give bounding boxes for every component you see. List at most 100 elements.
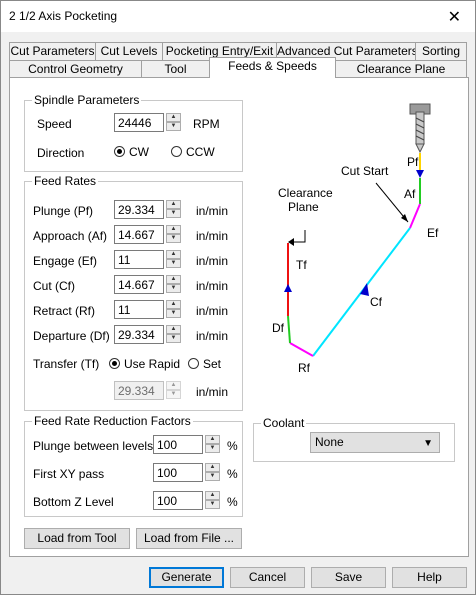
- departure-label: Departure (Df): [33, 329, 110, 343]
- speed-stepper[interactable]: ▲ ▼: [166, 113, 181, 132]
- tf-label: Tf: [296, 258, 307, 272]
- load-from-file-button[interactable]: Load from File ...: [136, 528, 242, 549]
- first-xy-pass-input[interactable]: 100: [153, 463, 203, 482]
- engage-segment: [409, 203, 421, 229]
- tool-drill-icon: [409, 103, 431, 154]
- cf-label: Cf: [370, 295, 383, 309]
- bottom-z-level-label: Bottom Z Level: [33, 495, 114, 509]
- plunge-between-levels-input[interactable]: 100: [153, 435, 203, 454]
- retract-label: Retract (Rf): [33, 304, 96, 318]
- ef-label: Ef: [427, 226, 439, 240]
- bottom-z-level-stepper[interactable]: ▲ ▼: [205, 491, 220, 510]
- set-radio[interactable]: [188, 358, 199, 369]
- engage-label: Engage (Ef): [33, 254, 98, 268]
- tab-clearance-plane[interactable]: Clearance Plane: [335, 60, 467, 78]
- direction-label: Direction: [37, 146, 85, 160]
- retract-input[interactable]: 11: [114, 300, 164, 319]
- plunge-between-levels-stepper[interactable]: ▲ ▼: [205, 435, 220, 454]
- chevron-down-icon: ▼: [423, 438, 433, 449]
- approach-stepper[interactable]: ▲ ▼: [166, 225, 181, 244]
- bottom-z-level-input[interactable]: 100: [153, 491, 203, 510]
- save-button[interactable]: Save: [311, 567, 386, 588]
- plunge-stepper[interactable]: ▲ ▼: [166, 200, 181, 219]
- cancel-button[interactable]: Cancel: [230, 567, 305, 588]
- departure-unit: in/min: [196, 329, 229, 343]
- cut-input[interactable]: 14.667: [114, 275, 164, 294]
- tab-cut-levels[interactable]: Cut Levels: [95, 42, 163, 60]
- tab-sorting[interactable]: Sorting: [415, 42, 467, 60]
- departure-stepper[interactable]: ▲ ▼: [166, 325, 181, 344]
- plunge-between-levels-unit: %: [227, 439, 238, 453]
- reduction-factors-group: Feed Rate Reduction Factors Plunge betwe…: [24, 414, 243, 517]
- feeds-diagram: Cut Start Clearance Plane Pf Af Ef Cf Rf…: [272, 103, 439, 375]
- plunge-unit: in/min: [196, 204, 229, 218]
- transfer-label: Transfer (Tf): [33, 357, 100, 371]
- first-xy-pass-unit: %: [227, 467, 238, 481]
- departure-input[interactable]: 29.334: [114, 325, 164, 344]
- engage-input[interactable]: 11: [114, 250, 164, 269]
- load-from-tool-button[interactable]: Load from Tool: [24, 528, 130, 549]
- departure-segment: [287, 315, 291, 344]
- coolant-select[interactable]: None ▼: [310, 432, 440, 453]
- engage-unit: in/min: [196, 254, 229, 268]
- transfer-input: 29.334: [114, 381, 164, 400]
- help-button[interactable]: Help: [392, 567, 467, 588]
- reduction-group-label: Feed Rate Reduction Factors: [32, 414, 193, 428]
- ccw-radio[interactable]: [171, 146, 182, 157]
- plunge-input[interactable]: 29.334: [114, 200, 164, 219]
- title-bar: 2 1/2 Axis Pocketing ✕: [1, 1, 475, 32]
- dialog-window: 2 1/2 Axis Pocketing ✕ Cut Parameters Cu…: [0, 0, 476, 595]
- transfer-unit: in/min: [196, 385, 229, 399]
- cut-start-label: Cut Start: [341, 164, 389, 178]
- approach-unit: in/min: [196, 229, 229, 243]
- coolant-group-label: Coolant: [261, 416, 307, 430]
- spindle-group-label: Spindle Parameters: [32, 93, 142, 107]
- first-xy-pass-stepper[interactable]: ▲ ▼: [205, 463, 220, 482]
- coolant-selected-value: None: [315, 435, 344, 449]
- approach-input[interactable]: 14.667: [114, 225, 164, 244]
- window-title: 2 1/2 Axis Pocketing: [9, 9, 118, 23]
- use-rapid-label: Use Rapid: [124, 357, 181, 371]
- tab-cut-parameters[interactable]: Cut Parameters: [9, 42, 96, 60]
- engage-stepper[interactable]: ▲ ▼: [166, 250, 181, 269]
- retract-segment: [289, 342, 314, 357]
- transfer-arrow: [284, 284, 292, 292]
- cut-unit: in/min: [196, 279, 229, 293]
- af-label: Af: [404, 187, 416, 201]
- clearance-label-line1: Clearance: [278, 186, 333, 200]
- tab-tool[interactable]: Tool: [141, 60, 210, 78]
- set-label: Set: [203, 357, 222, 371]
- plunge-label: Plunge (Pf): [33, 204, 94, 218]
- ccw-label: CCW: [186, 145, 215, 159]
- clearance-label-line2: Plane: [288, 200, 319, 214]
- generate-button[interactable]: Generate: [149, 567, 224, 588]
- cut-stepper[interactable]: ▲ ▼: [166, 275, 181, 294]
- coolant-group: Coolant None ▼: [253, 416, 455, 462]
- tab-feeds-speeds[interactable]: Feeds & Speeds: [209, 57, 336, 78]
- cut-label: Cut (Cf): [33, 279, 75, 293]
- retract-stepper[interactable]: ▲ ▼: [166, 300, 181, 319]
- rf-label: Rf: [298, 361, 311, 375]
- first-xy-pass-label: First XY pass: [33, 467, 105, 481]
- feed-rates-group-label: Feed Rates: [32, 174, 99, 188]
- feed-rates-group: Feed Rates Plunge (Pf) 29.334 ▲ ▼ in/min …: [24, 174, 243, 411]
- plunge-arrow: [416, 170, 424, 178]
- cw-radio[interactable]: [114, 146, 125, 157]
- speed-label: Speed: [37, 117, 72, 131]
- plunge-between-levels-label: Plunge between levels: [33, 439, 154, 453]
- feeds-speeds-panel: Spindle Parameters Speed 24446 ▲ ▼ RPM Di…: [9, 77, 469, 557]
- clearance-pointer: [294, 230, 306, 243]
- df-label: Df: [272, 321, 285, 335]
- spindle-parameters-group: Spindle Parameters Speed 24446 ▲ ▼ RPM Di…: [24, 93, 243, 172]
- pf-label: Pf: [407, 155, 419, 169]
- retract-unit: in/min: [196, 304, 229, 318]
- bottom-z-level-unit: %: [227, 495, 238, 509]
- cw-label: CW: [129, 145, 149, 159]
- speed-unit: RPM: [193, 117, 220, 131]
- transfer-stepper: ▲ ▼: [166, 381, 181, 400]
- close-icon[interactable]: ✕: [448, 7, 461, 27]
- approach-label: Approach (Af): [33, 229, 108, 243]
- speed-input[interactable]: 24446: [114, 113, 164, 132]
- use-rapid-radio[interactable]: [109, 358, 120, 369]
- tab-control-geometry[interactable]: Control Geometry: [9, 60, 142, 78]
